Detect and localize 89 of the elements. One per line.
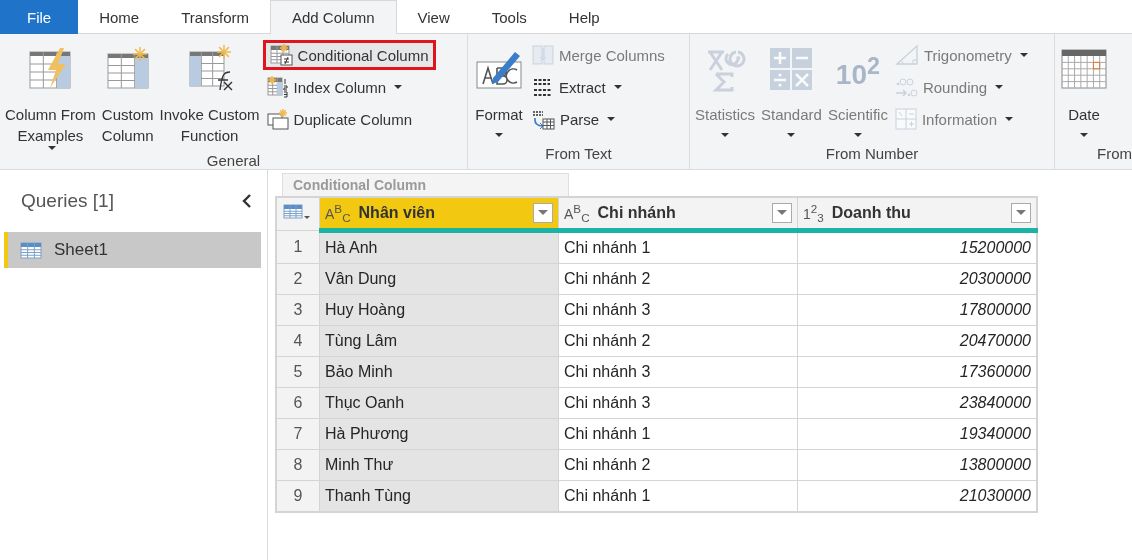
caret-icon — [853, 133, 862, 137]
row-number: 7 — [276, 418, 320, 450]
column-name: Nhân viên — [358, 204, 436, 222]
caret-icon — [607, 117, 616, 121]
row-number: 4 — [276, 325, 320, 357]
table-menu-button[interactable] — [276, 197, 320, 231]
ribbon-button[interactable]: Format — [470, 34, 528, 143]
calendar-icon — [1060, 46, 1108, 92]
table-cell: Thục Oanh — [319, 387, 559, 419]
caret-icon — [1005, 117, 1013, 121]
scientific-icon: 10$^{2}$ — [835, 48, 880, 92]
information-grid-icon — [894, 108, 917, 130]
table-cell: Chi nhánh 2 — [558, 263, 798, 295]
caret-icon — [1019, 53, 1028, 57]
table-cell: Hà Phương — [319, 418, 559, 450]
merge-columns-icon — [532, 44, 554, 66]
ribbon-group-label: From Text — [544, 144, 613, 164]
row-number: 6 — [276, 387, 320, 419]
row-number: 1 — [276, 230, 320, 264]
caret-icon — [721, 133, 729, 137]
row-number: 9 — [276, 480, 320, 512]
queries-title: Queries [1] — [21, 190, 114, 212]
ribbon-button[interactable]: Duplicate Column — [262, 104, 436, 134]
conditional-table-icon — [269, 44, 293, 66]
ribbon-button[interactable]: Extract — [528, 72, 669, 102]
table-cell: Vân Dung — [319, 263, 559, 295]
filter-dropdown-button[interactable] — [1011, 203, 1031, 223]
filter-dropdown-button[interactable] — [772, 203, 792, 223]
ribbon-group-label: From Number — [824, 144, 920, 164]
row-number: 5 — [276, 356, 320, 388]
ribbon-button[interactable]: Column From Examples — [2, 34, 99, 150]
collapse-chevron-icon[interactable] — [241, 193, 253, 209]
ribbon-tab[interactable]: Add Column — [270, 0, 397, 34]
ribbon-tab[interactable]: Tools — [470, 0, 548, 34]
table-cell: Huy Hoàng — [319, 294, 559, 326]
ribbon-tab[interactable]: Transform — [160, 0, 270, 34]
table-cell: Bảo Minh — [319, 356, 559, 388]
ribbon-tab[interactable]: Home — [78, 0, 161, 34]
calculator-icon — [768, 46, 815, 92]
ribbon-button[interactable]: Custom Column — [98, 34, 157, 150]
caret-icon — [1016, 210, 1026, 216]
caret-icon — [613, 85, 622, 89]
caret-icon — [394, 85, 403, 89]
rounding-icon — [894, 76, 918, 98]
column-header[interactable]: A$^{B}$$_{C}$ Chi nhánh — [558, 197, 798, 231]
ribbon-button[interactable]: Index Column — [262, 72, 436, 102]
caret-icon — [787, 133, 796, 137]
parse-icon — [532, 108, 555, 130]
table-cell: Chi nhánh 3 — [558, 294, 798, 326]
ribbon-button[interactable]: Invoke Custom Function — [156, 34, 263, 150]
caret-icon — [777, 210, 787, 216]
table-cell: Chi nhánh 1 — [558, 230, 798, 264]
table-icon — [20, 241, 42, 259]
triangle-icon — [894, 44, 919, 66]
caret-icon — [48, 146, 57, 150]
table-cell: Minh Thư — [319, 449, 559, 481]
column-name: Doanh thu — [831, 204, 912, 222]
numbered-table-icon — [266, 76, 289, 98]
ribbon-button[interactable]: Parse — [528, 104, 669, 134]
file-menu-button[interactable]: File — [0, 0, 79, 34]
table-cell: Chi nhánh 1 — [558, 418, 798, 450]
row-number: 8 — [276, 449, 320, 481]
ribbon-group-label: From — [1096, 144, 1132, 164]
column-header[interactable]: 1$^{2}$$_{3}$ Doanh thu — [797, 197, 1037, 231]
ribbon-button[interactable]: Date — [1057, 34, 1111, 143]
caret-icon — [495, 133, 503, 137]
ribbon-group-label: General — [205, 151, 262, 169]
filter-dropdown-button[interactable] — [533, 203, 553, 223]
ribbon-tab[interactable]: View — [396, 0, 471, 34]
row-number: 3 — [276, 294, 320, 326]
row-number: 2 — [276, 263, 320, 295]
caret-icon — [538, 210, 548, 216]
table-cell: Tùng Lâm — [319, 325, 559, 357]
column-name: Chi nhánh — [597, 204, 677, 222]
caret-icon — [995, 85, 1004, 89]
table-cell: Chi nhánh 2 — [558, 325, 798, 357]
tooltip-title: Conditional Column — [293, 177, 427, 193]
table-cell: Chi nhánh 3 — [558, 387, 798, 419]
table-menu-icon — [283, 203, 311, 221]
table-cell: Chi nhánh 2 — [558, 449, 798, 481]
ribbon-tab[interactable]: Help — [547, 0, 621, 34]
ribbon-button[interactable]: Conditional Column — [262, 40, 436, 70]
table-cell: Chi nhánh 3 — [558, 356, 798, 388]
column-header[interactable]: A$^{B}$$_{C}$ Nhân viên — [319, 197, 559, 231]
table-cell: Thanh Tùng — [319, 480, 559, 512]
duplicate-icon — [266, 108, 289, 130]
caret-icon — [1080, 133, 1088, 137]
query-item[interactable]: Sheet1 — [4, 232, 261, 268]
extract-icon — [532, 76, 554, 98]
